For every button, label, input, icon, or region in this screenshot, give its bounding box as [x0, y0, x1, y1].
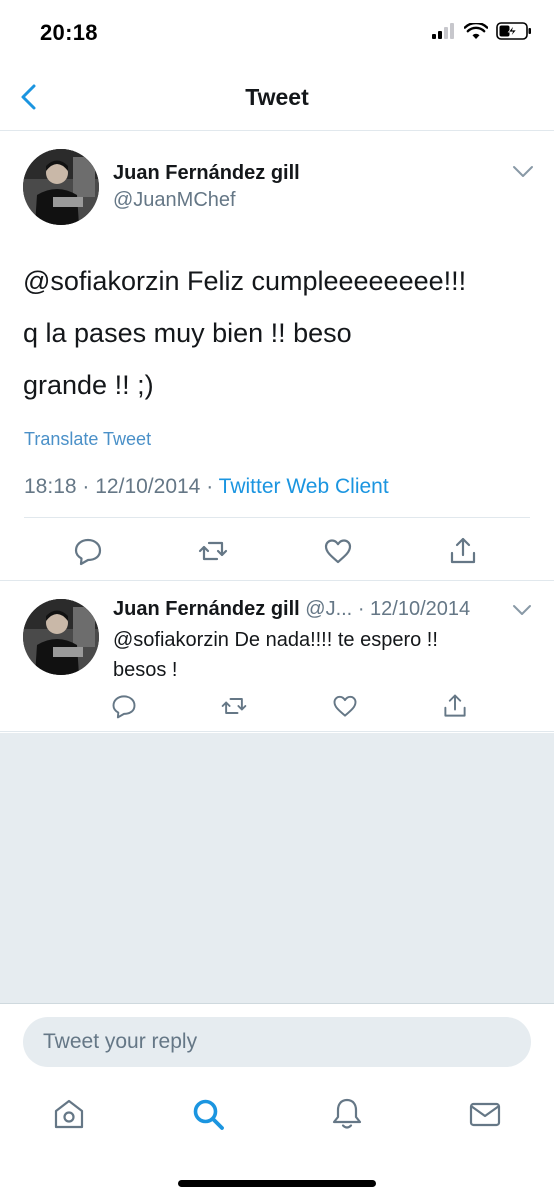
search-icon[interactable] [190, 1096, 226, 1132]
mail-icon[interactable] [467, 1096, 503, 1132]
avatar-photo [23, 149, 99, 225]
reply-text: @sofiakorzin De nada!!!! te espero !! be… [113, 625, 533, 685]
heart-icon[interactable] [331, 692, 359, 720]
retweet-icon[interactable] [220, 692, 248, 720]
page-title: Tweet [245, 84, 309, 110]
tweet-text: @sofiakorzin Feliz cumpleeeeeeee!!! q la… [23, 255, 533, 411]
avatar[interactable] [23, 149, 99, 225]
tweet-actions [0, 535, 554, 571]
tweet-text-line: @sofiakorzin Feliz cumpleeeeeeee!!! [23, 266, 467, 296]
main-tweet: Juan Fernández gill @JuanMChef @sofiakor… [0, 131, 554, 581]
status-time: 20:18 [40, 20, 98, 45]
battery-charging-icon [496, 22, 531, 40]
meta-separator: · [206, 475, 214, 498]
home-icon[interactable] [51, 1096, 87, 1132]
signal-icon [432, 23, 454, 39]
home-indicator[interactable] [178, 1180, 376, 1187]
divider [24, 517, 530, 518]
tweet-meta: 18:18 · 12/10/2014 · Twitter Web Client [24, 475, 389, 499]
wifi-icon [464, 22, 488, 39]
status-icons [432, 22, 532, 40]
avatar[interactable] [23, 599, 99, 675]
chevron-down-icon[interactable] [512, 604, 532, 616]
nav-bar: Tweet [0, 66, 554, 131]
translate-tweet-link[interactable]: Translate Tweet [24, 429, 151, 450]
reply-date: · 12/10/2014 [357, 598, 471, 620]
tab-bar [0, 1080, 554, 1200]
reply-input[interactable] [23, 1017, 531, 1067]
comment-icon[interactable] [110, 692, 138, 720]
tweet-text-line: q la pases muy bien !! beso [23, 318, 352, 348]
reply-text-line: @sofiakorzin De nada!!!! te espero !! [113, 629, 438, 651]
reply-actions [0, 692, 554, 722]
tweet-client-link[interactable]: Twitter Web Client [219, 475, 389, 498]
author-handle[interactable]: @JuanMChef [113, 189, 236, 212]
reply-text-line: besos ! [113, 659, 178, 681]
share-icon[interactable] [447, 535, 479, 567]
comment-icon[interactable] [72, 535, 104, 567]
chevron-down-icon[interactable] [512, 165, 534, 179]
retweet-icon[interactable] [197, 535, 229, 567]
meta-separator: · [82, 475, 90, 498]
reply-bar [0, 1003, 554, 1079]
status-bar: 20:18 [0, 0, 554, 66]
reply-header: Juan Fernández gill @J... · 12/10/2014 [113, 598, 470, 621]
empty-area [0, 733, 554, 1003]
tweet-time: 18:18 [24, 475, 77, 498]
reply-tweet[interactable]: Juan Fernández gill @J... · 12/10/2014 @… [0, 582, 554, 732]
share-icon[interactable] [441, 692, 469, 720]
author-name[interactable]: Juan Fernández gill [113, 162, 300, 185]
avatar-photo [23, 599, 99, 675]
tweet-date: 12/10/2014 [95, 475, 201, 498]
bell-icon[interactable] [329, 1096, 365, 1132]
reply-author-name[interactable]: Juan Fernández gill [113, 598, 300, 620]
tweet-text-line: grande !! ;) [23, 370, 154, 400]
reply-author-handle[interactable]: @J... [305, 598, 352, 620]
heart-icon[interactable] [322, 535, 354, 567]
